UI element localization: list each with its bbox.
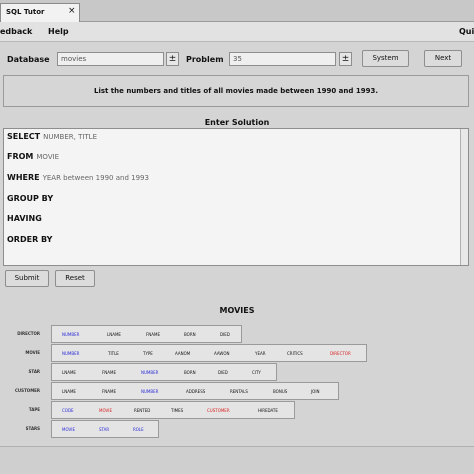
column-role[interactable]: ROLE: [133, 427, 144, 432]
table-director: NUMBER LNAME FNAME BORN DIED: [51, 325, 242, 343]
column-lname[interactable]: LNAME: [107, 332, 121, 337]
problem-field[interactable]: 35: [229, 52, 336, 66]
column-fname[interactable]: FNAME: [102, 389, 116, 394]
clause-keyword: WHERE: [7, 173, 40, 182]
column-code[interactable]: CODE: [62, 408, 74, 413]
clause-select[interactable]: SELECT NUMBER, TITLE: [7, 132, 97, 141]
clause-from[interactable]: FROM MOVIE: [7, 152, 59, 161]
clause-where[interactable]: WHERE YEAR between 1990 and 1993: [7, 173, 149, 182]
question-panel: List the numbers and titles of all movie…: [3, 75, 469, 107]
column-address[interactable]: ADDRESS: [186, 389, 205, 394]
column-movie[interactable]: MOVIE: [99, 408, 112, 413]
column-rentals[interactable]: RENTALS: [230, 389, 248, 394]
table-movie: NUMBER TITLE TYPE AANOM AAWON YEAR CRITI…: [51, 344, 367, 362]
table-stars: MOVIE STAR ROLE: [51, 420, 159, 438]
column-number[interactable]: NUMBER: [62, 351, 79, 356]
column-born[interactable]: BORN: [184, 332, 196, 337]
column-times[interactable]: TIMES: [171, 408, 183, 413]
column-title[interactable]: TITLE: [108, 351, 119, 356]
column-fname[interactable]: FNAME: [146, 332, 160, 337]
table-name-tape: TAPE: [28, 407, 40, 412]
schema-title: MOVIES: [219, 306, 255, 315]
column-fname[interactable]: FNAME: [102, 370, 116, 375]
column-aawon[interactable]: AAWON: [214, 351, 229, 356]
window-tab[interactable]: SQL Tutor ×: [0, 3, 80, 22]
close-icon[interactable]: ×: [68, 6, 76, 16]
column-rented[interactable]: RENTED: [134, 408, 150, 413]
menu-feedback[interactable]: edback: [0, 27, 32, 36]
problem-label: Problem: [186, 55, 224, 64]
clause-keyword: GROUP BY: [7, 194, 54, 203]
column-died[interactable]: DIED: [220, 332, 230, 337]
table-name-star: STAR: [28, 369, 40, 374]
menu-quit[interactable]: Qui: [459, 27, 474, 36]
clause-group-by[interactable]: GROUP BY: [7, 194, 56, 203]
column-bonus[interactable]: BONUS: [273, 389, 287, 394]
column-hiredate[interactable]: HIREDATE: [258, 408, 278, 413]
status-bar: [0, 446, 474, 474]
menu-help[interactable]: Help: [48, 27, 69, 36]
column-movie[interactable]: MOVIE: [62, 427, 75, 432]
clause-value[interactable]: YEAR between 1990 and 1993: [43, 174, 149, 182]
column-star[interactable]: STAR: [99, 427, 109, 432]
clause-keyword: FROM: [7, 152, 34, 161]
column-critics[interactable]: CRITICS: [287, 351, 303, 356]
table-name-director: DIRECTOR: [17, 331, 40, 336]
column-aanom[interactable]: AANOM: [175, 351, 190, 356]
column-join[interactable]: JOIN: [311, 389, 320, 394]
column-number[interactable]: NUMBER: [141, 389, 158, 394]
clause-keyword: SELECT: [7, 132, 41, 141]
column-lname[interactable]: LNAME: [62, 389, 76, 394]
tab-strip: SQL Tutor ×: [0, 0, 474, 22]
clause-value[interactable]: NUMBER, TITLE: [43, 133, 97, 141]
table-name-movie: MOVIE: [25, 350, 40, 355]
table-name-customer: CUSTOMER: [15, 388, 40, 393]
submit-button[interactable]: Submit: [5, 270, 49, 287]
column-number[interactable]: NUMBER: [62, 332, 79, 337]
clause-having[interactable]: HAVING: [7, 214, 45, 223]
column-number[interactable]: NUMBER: [141, 370, 158, 375]
table-star: LNAME FNAME NUMBER BORN DIED CITY: [51, 363, 277, 381]
clause-value[interactable]: MOVIE: [36, 153, 59, 161]
table-name-stars: STARS: [25, 426, 40, 431]
table-customer: LNAME FNAME NUMBER ADDRESS RENTALS BONUS…: [51, 382, 339, 400]
database-label: Database: [7, 55, 50, 64]
column-year[interactable]: YEAR: [255, 351, 266, 356]
editor-scrollbar[interactable]: [460, 129, 468, 265]
column-died[interactable]: DIED: [218, 370, 228, 375]
question-text: List the numbers and titles of all movie…: [94, 87, 378, 95]
next-button[interactable]: Next: [424, 50, 462, 67]
database-field[interactable]: movies: [57, 52, 164, 66]
problem-spinner[interactable]: ±: [339, 52, 352, 66]
table-tape: CODE MOVIE RENTED TIMES CUSTOMER HIREDAT…: [51, 401, 295, 419]
column-customer[interactable]: CUSTOMER: [207, 408, 230, 413]
database-spinner[interactable]: ±: [166, 52, 179, 66]
window-tab-title: SQL Tutor: [6, 8, 45, 16]
column-type[interactable]: TYPE: [143, 351, 153, 356]
column-city[interactable]: CITY: [252, 370, 261, 375]
menu-bar: edback Help Qui: [0, 22, 474, 42]
solution-editor[interactable]: SELECT NUMBER, TITLE FROM MOVIE WHERE YEAR …: [3, 128, 469, 266]
column-born[interactable]: BORN: [184, 370, 196, 375]
column-director[interactable]: DIRECTOR: [330, 351, 351, 356]
column-lname[interactable]: LNAME: [62, 370, 76, 375]
system-button[interactable]: System: [362, 50, 409, 67]
reset-button[interactable]: Reset: [55, 270, 95, 287]
solution-heading: Enter Solution: [204, 118, 270, 127]
clause-keyword: HAVING: [7, 214, 42, 223]
clause-keyword: ORDER BY: [7, 235, 53, 244]
clause-order-by[interactable]: ORDER BY: [7, 235, 55, 244]
